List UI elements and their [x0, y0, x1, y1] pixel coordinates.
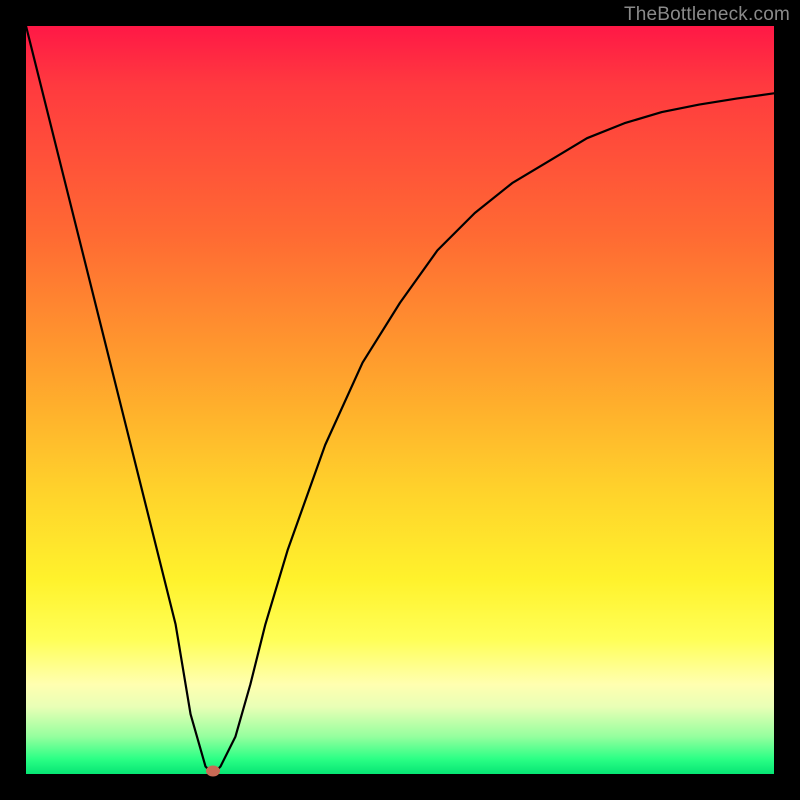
minimum-marker — [206, 766, 220, 777]
bottleneck-curve — [26, 26, 774, 774]
chart-outer-frame: TheBottleneck.com — [0, 0, 800, 800]
chart-plot-area — [26, 26, 774, 774]
watermark-text: TheBottleneck.com — [624, 4, 790, 26]
